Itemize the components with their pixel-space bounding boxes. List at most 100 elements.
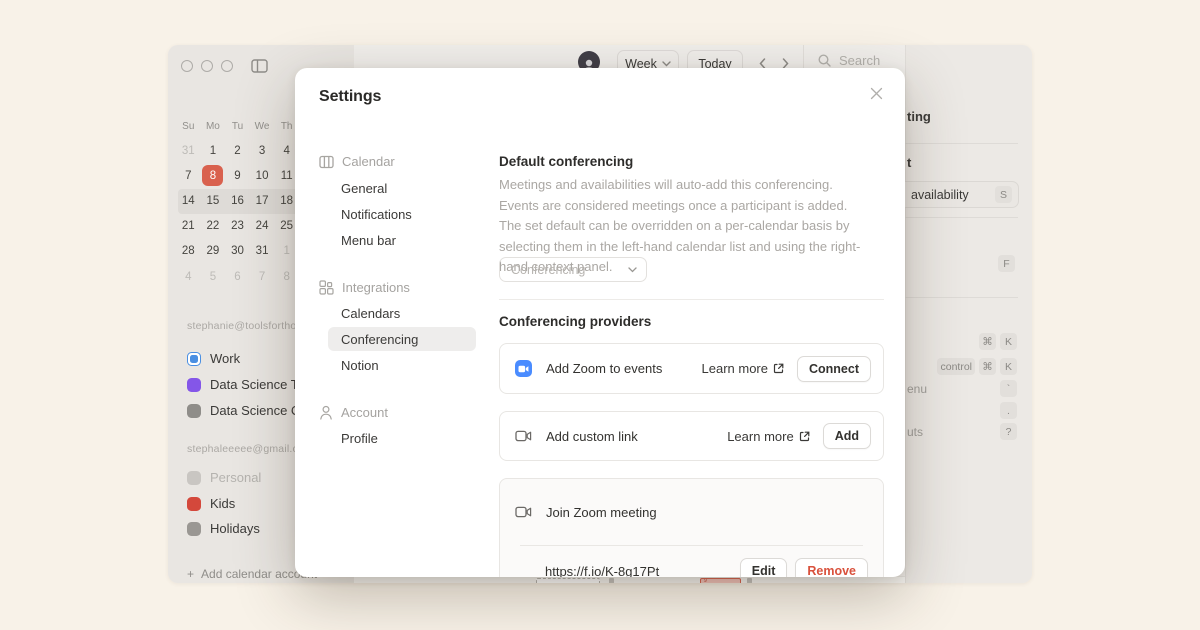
section-title-default-conferencing: Default conferencing xyxy=(499,154,633,169)
conferencing-dropdown[interactable]: Conferencing xyxy=(499,257,647,282)
shortcut-row: control ⌘ K xyxy=(907,358,1017,375)
mini-cal-date[interactable]: 4 xyxy=(176,271,201,283)
chevron-right-icon xyxy=(782,58,789,69)
calendar-grid-sliver: 9 xyxy=(354,576,905,583)
nav-group-calendar: Calendar xyxy=(319,154,395,169)
command-key: ⌘ xyxy=(979,358,996,375)
nav-item-notifications[interactable]: Notifications xyxy=(341,207,412,222)
shortcut-row: enu ` xyxy=(907,380,1017,397)
mini-cal-date[interactable]: 22 xyxy=(201,220,226,232)
calendar-color-checkbox[interactable] xyxy=(187,471,201,485)
remove-button[interactable]: Remove xyxy=(795,558,868,577)
nav-item-notion[interactable]: Notion xyxy=(341,358,379,373)
calendar-list-item-personal[interactable]: Personal xyxy=(187,470,261,485)
mini-cal-date[interactable]: 30 xyxy=(225,245,250,257)
nav-item-profile[interactable]: Profile xyxy=(341,431,378,446)
mini-cal-date[interactable]: 29 xyxy=(201,245,226,257)
window-minimize-button[interactable] xyxy=(201,60,213,72)
divider xyxy=(905,217,1018,218)
panel-subtitle-fragment: t xyxy=(907,155,911,170)
nav-item-menu-bar[interactable]: Menu bar xyxy=(341,233,396,248)
edit-button[interactable]: Edit xyxy=(740,558,788,577)
account-email: stephanie@toolsforthou xyxy=(187,320,302,332)
mini-cal-date[interactable]: 24 xyxy=(250,220,275,232)
window-controls xyxy=(181,59,268,73)
nav-item-calendars[interactable]: Calendars xyxy=(341,306,400,321)
mini-cal-date[interactable]: 1 xyxy=(201,145,226,157)
calendar-color-checkbox[interactable] xyxy=(187,404,201,418)
calendar-list-item-holidays[interactable]: Holidays xyxy=(187,521,260,536)
right-context-panel xyxy=(905,45,1032,583)
calendar-color-checkbox[interactable] xyxy=(187,497,201,511)
external-link-icon xyxy=(773,363,784,374)
learn-more-link[interactable]: Learn more xyxy=(702,361,784,376)
calendar-list-item-work[interactable]: Work xyxy=(187,351,240,366)
shortcut-key-s: S xyxy=(995,186,1012,203)
window-zoom-button[interactable] xyxy=(221,60,233,72)
day-header: We xyxy=(250,121,275,132)
mini-cal-date[interactable]: 23 xyxy=(225,220,250,232)
sidebar-toggle-icon[interactable] xyxy=(251,59,268,73)
modal-title: Settings xyxy=(319,88,381,106)
plus-icon: + xyxy=(187,567,194,581)
calendar-color-checkbox[interactable] xyxy=(187,522,201,536)
learn-more-link[interactable]: Learn more xyxy=(727,429,809,444)
peek-event-dashed xyxy=(536,578,600,583)
mini-cal-date[interactable]: 16 xyxy=(225,195,250,207)
shortcut-key-f: F xyxy=(998,255,1015,272)
shortcut-row: ⌘ K xyxy=(907,333,1017,350)
calendar-color-checkbox[interactable] xyxy=(187,352,201,366)
panel-title-fragment: ting xyxy=(907,109,931,124)
mini-cal-date[interactable]: 31 xyxy=(176,145,201,157)
mini-cal-date[interactable]: 15 xyxy=(201,195,226,207)
account-icon xyxy=(319,405,333,420)
mini-cal-date[interactable]: 6 xyxy=(225,271,250,283)
search-field[interactable]: Search xyxy=(818,53,880,68)
calendar-list-item-kids[interactable]: Kids xyxy=(187,496,235,511)
video-camera-icon xyxy=(515,430,532,442)
shortcut-row: uts ? xyxy=(907,423,1017,440)
mini-cal-date[interactable]: 21 xyxy=(176,220,201,232)
provider-card-custom-link: Add custom link Learn more Add xyxy=(499,411,884,461)
mini-cal-date[interactable]: 31 xyxy=(250,245,275,257)
mini-cal-date[interactable]: 5 xyxy=(201,271,226,283)
mini-cal-date[interactable]: 17 xyxy=(250,195,275,207)
mini-cal-date[interactable]: 10 xyxy=(250,170,275,182)
mini-cal-date[interactable]: 7 xyxy=(176,170,201,182)
chevron-down-icon xyxy=(628,267,637,273)
mini-calendar: Su Mo Tu We Th 31 1 2 3 4 7 8 9 10 11 xyxy=(176,114,306,289)
share-availability-button[interactable]: availability S xyxy=(894,181,1019,208)
video-camera-icon xyxy=(515,506,532,518)
nav-item-general[interactable]: General xyxy=(341,181,387,196)
add-button[interactable]: Add xyxy=(823,423,871,449)
mini-cal-date[interactable]: 28 xyxy=(176,245,201,257)
mini-cal-date-today[interactable]: 8 xyxy=(201,165,226,186)
chevron-left-icon xyxy=(759,58,766,69)
provider-card-join-zoom: Join Zoom meeting https://f.io/K-8g17Pt … xyxy=(499,478,884,577)
zoom-icon xyxy=(515,360,532,377)
mini-cal-date[interactable]: 2 xyxy=(225,145,250,157)
command-key: ⌘ xyxy=(979,333,996,350)
close-icon[interactable] xyxy=(867,84,885,102)
page: Su Mo Tu We Th 31 1 2 3 4 7 8 9 10 11 xyxy=(0,0,1200,630)
nav-item-conferencing[interactable]: Conferencing xyxy=(341,332,418,347)
provider-card-zoom: Add Zoom to events Learn more Connect xyxy=(499,343,884,394)
calendar-icon xyxy=(319,155,334,169)
peek-event-red: 9 xyxy=(700,578,741,583)
mini-cal-date[interactable]: 7 xyxy=(250,271,275,283)
window-close-button[interactable] xyxy=(181,60,193,72)
nav-group-integrations: Integrations xyxy=(319,280,410,295)
peek-event-tick xyxy=(609,578,614,583)
shortcut-row: . xyxy=(907,402,1017,419)
peek-event-tick xyxy=(747,578,752,583)
divider xyxy=(905,143,1018,144)
search-icon xyxy=(818,54,831,67)
calendar-color-checkbox[interactable] xyxy=(187,378,201,392)
mini-cal-date[interactable]: 14 xyxy=(176,195,201,207)
divider xyxy=(905,297,1018,298)
settings-modal: Settings Calendar General Notifications … xyxy=(295,68,905,577)
connect-button[interactable]: Connect xyxy=(797,356,871,382)
mini-cal-date[interactable]: 3 xyxy=(250,145,275,157)
mini-cal-date[interactable]: 9 xyxy=(225,170,250,182)
day-header: Su xyxy=(176,121,201,132)
